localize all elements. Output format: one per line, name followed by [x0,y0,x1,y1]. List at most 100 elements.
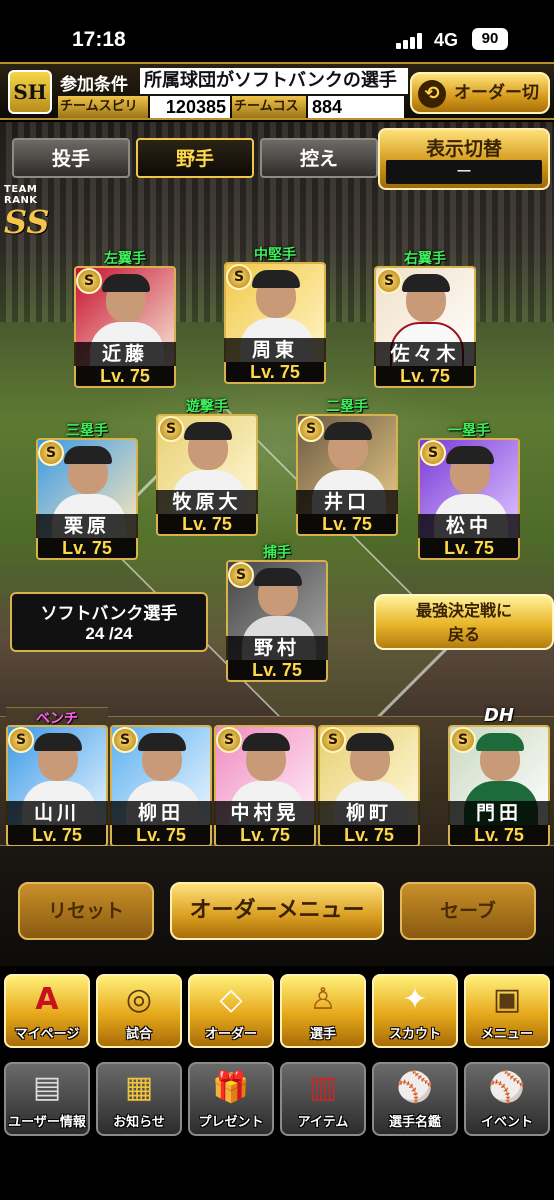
player-name: 周東 [224,338,326,362]
player-level: Lv. 75 [418,538,520,560]
player-name: 野村 [226,636,328,660]
tab-pitcher[interactable]: 投手 [12,138,130,178]
player-card-left-field[interactable]: 左翼手 S 近藤 Lv. 75 [74,251,176,388]
reset-button[interactable]: リセット [18,882,154,940]
nav-player-directory[interactable]: ⚾ 選手名鑑 [372,1062,458,1136]
bottom-navigation: A マイページ ◎ 試合 ◇ オーダー ♙ 選手 ✦ スカウト ▣ メニュー ▤… [0,966,554,1200]
player-card-shortstop[interactable]: 遊撃手 S 牧原大 Lv. 75 [156,399,258,536]
tab-reserve[interactable]: 控え [260,138,378,178]
player-level: Lv. 75 [110,825,212,847]
position-label: 一塁手 [448,423,490,439]
condition-text: 所属球団がソフトバンクの選手 [140,68,408,94]
action-bar: リセット オーダーメニュー セーブ [0,846,554,966]
rank-badge-icon: S [320,727,346,753]
cost-value: 884 [308,96,404,118]
order-switch-button[interactable]: ⟲ オーダー切替 [410,72,550,141]
position-label: 中堅手 [254,247,296,263]
rank-badge-icon: S [228,562,254,588]
directory-icon: ⚾ [396,1070,434,1105]
nav-label: 選手名鑑 [388,1115,441,1130]
player-level: Lv. 75 [318,825,420,847]
player-name: 佐々木 [374,342,476,366]
player-level: Lv. 75 [36,538,138,560]
team-stats: チームスピリッツ 120385 チームコスト 884 [58,96,408,136]
player-card-second-base[interactable]: 二塁手 S 井口 Lv. 75 [296,399,398,536]
team-player-count: ソフトバンク選手 24 /24 [10,592,208,652]
player-level: Lv. 75 [448,825,550,847]
rank-badge-icon: S [216,727,242,753]
rank-badge-icon: S [8,727,34,753]
item-book-icon: ▥ [308,1070,338,1105]
player-level: Lv. 75 [74,366,176,388]
stadium-icon: ◎ [125,982,153,1017]
position-label: 遊撃手 [186,399,228,415]
nav-menu[interactable]: ▣ メニュー [464,974,550,1048]
rank-badge-icon: S [226,264,252,290]
clock: 17:18 [72,28,126,51]
player-name: 門田 [448,801,550,825]
nav-notice[interactable]: ▦ お知らせ [96,1062,182,1136]
team-count-label: ソフトバンク選手 [40,604,178,624]
order-menu-button[interactable]: オーダーメニュー [170,882,384,940]
nav-label: お知らせ [113,1115,165,1130]
player-name: 中村晃 [214,801,316,825]
signal-icon [396,33,424,49]
player-level: Lv. 75 [226,660,328,682]
battery-icon: 90 [472,28,508,50]
nav-mypage[interactable]: A マイページ [4,974,90,1048]
position-tabs: 投手 野手 控え [12,138,378,180]
display-toggle-value: ー [386,160,542,184]
spirit-label: チームスピリッツ [58,96,148,136]
player-name: 柳田 [110,801,212,825]
save-button[interactable]: セーブ [400,882,536,940]
player-card-first-base[interactable]: 一塁手 S 松中 Lv. 75 [418,423,520,560]
nav-event[interactable]: ⚾ イベント [464,1062,550,1136]
nav-label: マイページ [14,1027,80,1042]
nav-match[interactable]: ◎ 試合 [96,974,182,1048]
player-card-center-field[interactable]: 中堅手 S 周東 Lv. 75 [224,247,326,384]
display-toggle-button[interactable]: 表示切替 ー [378,128,550,190]
nav-item[interactable]: ▥ アイテム [280,1062,366,1136]
rank-badge-icon: S [38,440,64,466]
player-level: Lv. 75 [6,825,108,847]
player-card-catcher[interactable]: 捕手 S 野村 Lv. 75 [226,545,328,682]
order-header: SH 参加条件 所属球団がソフトバンクの選手 チームスピリッツ 120385 チ… [0,62,554,141]
bench-card-4[interactable]: S 柳町 Lv. 75 [318,725,420,847]
team-rank: TEAM RANK SS [4,184,74,238]
team-logo: SH [8,70,52,114]
cost-label: チームコスト [232,96,306,136]
nav-label: 選手 [309,1027,336,1042]
swap-arrows-icon: ⟲ [418,80,446,108]
player-card-third-base[interactable]: 三塁手 S 栗原 Lv. 75 [36,423,138,560]
player-name: 近藤 [74,342,176,366]
player-card-right-field[interactable]: 右翼手 S 佐々木 Lv. 75 [374,251,476,388]
notice-box-icon: ▦ [124,1070,154,1105]
bench-card-3[interactable]: S 中村晃 Lv. 75 [214,725,316,847]
tab-fielder[interactable]: 野手 [136,138,254,178]
scout-card-icon: ✦ [402,982,428,1017]
user-card-icon: ▤ [32,1070,62,1105]
nav-label: プレゼント [198,1115,264,1130]
rank-badge-icon: S [376,268,402,294]
bench-card-1[interactable]: ベンチ S 山川 Lv. 75 [6,707,108,847]
player-icon: ♙ [309,982,337,1017]
nav-present[interactable]: 🎁 プレゼント [188,1062,274,1136]
bench-card-2[interactable]: S 柳田 Lv. 75 [110,725,212,847]
nav-scout[interactable]: ✦ スカウト [372,974,458,1048]
nav-players[interactable]: ♙ 選手 [280,974,366,1048]
rank-badge-icon: S [112,727,138,753]
player-name: 松中 [418,514,520,538]
spirit-value: 120385 [150,96,230,118]
nav-label: 試合 [125,1027,152,1042]
player-name: 柳町 [318,801,420,825]
dh-card[interactable]: DH S 門田 Lv. 75 [448,705,550,847]
menu-box-icon: ▣ [492,982,522,1017]
mypage-a-icon: A [35,982,59,1017]
nav-order[interactable]: ◇ オーダー [188,974,274,1048]
return-to-tournament-button[interactable]: 最強決定戦に 戻る [374,594,554,650]
rank-badge-icon: S [420,440,446,466]
player-name: 山川 [6,801,108,825]
team-count-value: 24 /24 [85,624,133,643]
return-label-line2: 戻る [447,625,480,644]
nav-user-info[interactable]: ▤ ユーザー情報 [4,1062,90,1136]
